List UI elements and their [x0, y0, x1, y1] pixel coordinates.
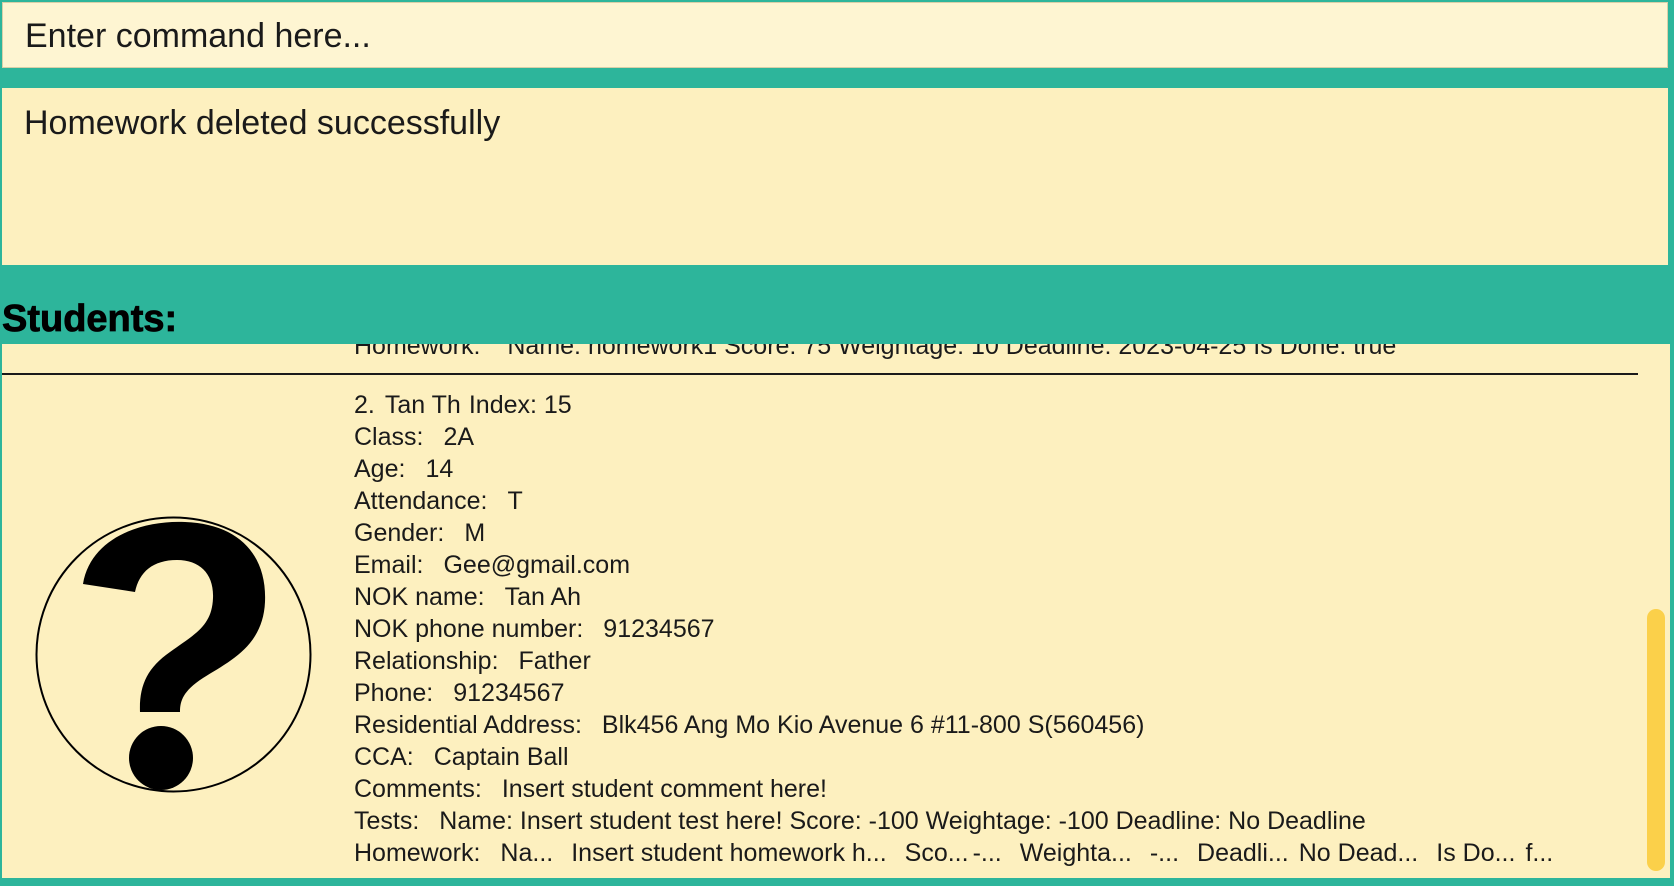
gender-row: Gender: M	[354, 517, 1571, 549]
command-input[interactable]	[25, 17, 1667, 56]
nok-phone-value: 91234567	[603, 615, 715, 643]
homework-value: Name: homework1 Score: 75 Weightage: 10 …	[507, 344, 1397, 360]
address-label: Residential Address:	[354, 711, 582, 739]
students-heading: Students:	[2, 298, 178, 341]
homework-row: Homework: Name: homework1 Score: 75 Weig…	[354, 344, 1396, 361]
gender-value: M	[464, 519, 486, 547]
age-row: Age: 14	[354, 453, 1571, 485]
cca-row: CCA: Captain Ball	[354, 741, 1571, 773]
comments-value: Insert student comment here!	[501, 775, 827, 803]
gender-label: Gender:	[354, 519, 445, 547]
cca-value: Captain Ball	[433, 743, 569, 771]
relationship-value: Father	[518, 647, 591, 675]
tests-row: Tests: Name: Insert student test here! Sc…	[354, 805, 1571, 837]
homework-item: Is Do...	[1436, 839, 1516, 867]
relationship-row: Relationship: Father	[354, 645, 1571, 677]
homework-item: -...	[972, 839, 1002, 867]
homework-item: f...	[1525, 839, 1554, 867]
student-number: 2.	[354, 391, 375, 419]
homework-label: Homework:	[354, 839, 481, 867]
tests-label: Tests:	[354, 807, 420, 835]
class-row: Class: 2A	[354, 421, 1571, 453]
class-value: 2A	[443, 423, 475, 451]
nok-name-value: Tan Ah	[504, 583, 582, 611]
homework-item: -...	[1149, 839, 1180, 867]
address-row: Residential Address: Blk456 Ang Mo Kio Av…	[354, 709, 1571, 741]
email-row: Email: Gee@gmail.com	[354, 549, 1571, 581]
nok-name-label: NOK name:	[354, 583, 485, 611]
phone-value: 91234567	[453, 679, 565, 707]
result-display: Homework deleted successfully	[2, 88, 1668, 265]
tests-value: Name: Insert student test here! Score: -…	[439, 807, 1366, 835]
attendance-label: Attendance:	[354, 487, 488, 515]
index-value: 15	[543, 391, 572, 419]
student-details: 2. Tan Th Index: 15 Class: 2A Age: 14 Attend…	[354, 389, 1571, 869]
phone-row: Phone: 91234567	[354, 677, 1571, 709]
nok-phone-row: NOK phone number: 91234567	[354, 613, 1571, 645]
index-label: Index:	[468, 391, 537, 419]
command-box[interactable]	[2, 2, 1668, 68]
student-header-row: 2. Tan Th Index: 15	[354, 389, 1571, 421]
list-scrollbar-thumb[interactable]	[1647, 609, 1665, 871]
nok-name-row: NOK name: Tan Ah	[354, 581, 1571, 613]
result-message: Homework deleted successfully	[24, 104, 501, 142]
comments-label: Comments:	[354, 775, 482, 803]
homework-item: Weighta...	[1019, 839, 1132, 867]
age-value: 14	[425, 455, 454, 483]
homework-item: Insert student homework h...	[571, 839, 887, 867]
email-value: Gee@gmail.com	[443, 551, 631, 579]
student-card-previous[interactable]: Homework: Name: homework1 Score: 75 Weig…	[2, 344, 1638, 375]
phone-label: Phone:	[354, 679, 434, 707]
attendance-value: T	[507, 487, 523, 515]
comments-row: Comments: Insert student comment here!	[354, 773, 1571, 805]
attendance-row: Attendance: T	[354, 485, 1571, 517]
class-label: Class:	[354, 423, 424, 451]
cca-label: CCA:	[354, 743, 414, 771]
student-card[interactable]: 2. Tan Th Index: 15 Class: 2A Age: 14 Attend…	[2, 375, 1638, 878]
nok-phone-label: NOK phone number:	[354, 615, 584, 643]
student-name: Tan Th	[384, 391, 461, 419]
homework-item: Deadli...	[1197, 839, 1289, 867]
homework-item: Sco...	[904, 839, 969, 867]
address-value: Blk456 Ang Mo Kio Avenue 6 #11-800 S(560…	[601, 711, 1145, 739]
question-mark-avatar-icon	[35, 516, 312, 793]
homework-item: Na...	[500, 839, 554, 867]
age-label: Age:	[354, 455, 406, 483]
homework-item: No Dead...	[1298, 839, 1419, 867]
email-label: Email:	[354, 551, 424, 579]
homework-label: Homework:	[354, 344, 481, 360]
student-list[interactable]: Homework: Name: homework1 Score: 75 Weig…	[2, 344, 1670, 878]
relationship-label: Relationship:	[354, 647, 499, 675]
homework-row: Homework: Na... Insert student homework h.…	[354, 837, 1571, 869]
